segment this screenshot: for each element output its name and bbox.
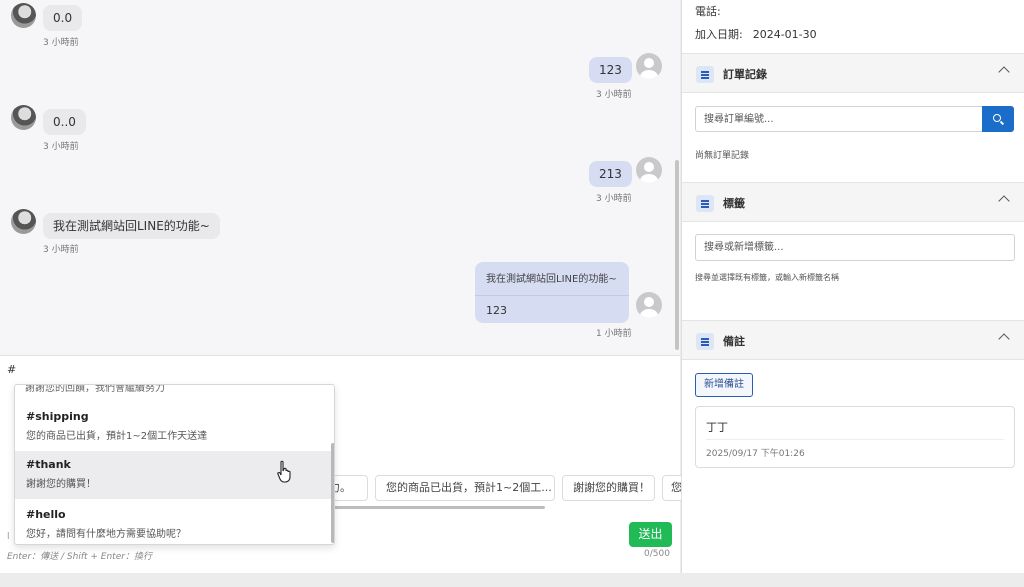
orders-title: 訂單記錄: [723, 68, 767, 81]
list-icon: [696, 333, 714, 350]
tags-title: 標籤: [723, 197, 745, 210]
char-counter: 0/500: [644, 549, 670, 559]
customer-avatar: [11, 209, 36, 234]
suggestion-desc: 您的商品已出貨，預計1~2個工作天送達: [26, 431, 208, 442]
orders-section-header[interactable]: 訂單記錄: [682, 53, 1024, 93]
notes-title: 備註: [723, 335, 745, 348]
message-bubble-outgoing: 213: [589, 161, 632, 187]
suggestion-scrollbar[interactable]: [331, 443, 334, 543]
chevron-up-icon[interactable]: [998, 66, 1010, 78]
customer-info-panel: 電話: 加入日期: 2024-01-30 訂單記錄 搜尋訂單編號... 尚無訂單記…: [681, 0, 1024, 573]
quick-reply-scrollbar[interactable]: [300, 506, 545, 509]
tag-search-input[interactable]: 搜尋或新增標籤...: [695, 234, 1015, 261]
input-marker: l: [7, 532, 10, 542]
quick-reply-chip[interactable]: 謝謝您的購買！: [562, 475, 655, 501]
chevron-up-icon[interactable]: [998, 195, 1010, 207]
chat-history[interactable]: 0.0 3 小時前 123 3 小時前 0..0 3 小時前 213 3 小時前…: [0, 0, 680, 355]
message-bubble-incoming: 0.0: [43, 5, 83, 31]
tags-help-text: 搜尋並選擇既有標籤，或輸入新標籤名稱: [695, 273, 839, 282]
suggestion-desc: 您好，請問有什麼地方需要協助呢？: [26, 529, 186, 540]
suggestion-key: #shipping: [26, 410, 89, 423]
message-time: 3 小時前: [43, 245, 79, 255]
phone-label: 電話:: [695, 5, 721, 18]
quick-reply-chip[interactable]: 您的商品已出貨，預計1~2個工...: [375, 475, 555, 501]
tags-section-header[interactable]: 標籤: [682, 182, 1024, 222]
message-time: 3 小時前: [596, 90, 632, 100]
join-date-label: 加入日期:: [695, 28, 743, 41]
order-search-input[interactable]: 搜尋訂單編號...: [695, 106, 983, 132]
message-text: 我在測試網站回LINE的功能~: [486, 274, 617, 285]
phone-row: 電話:: [695, 3, 731, 19]
user-placeholder-icon: [636, 53, 662, 79]
chat-scrollbar[interactable]: [675, 160, 679, 350]
suggestion-partial: 謝謝您的回饋，我們會繼續努力: [25, 384, 165, 394]
keyboard-hint: Enter：傳送 / Shift + Enter：換行: [7, 552, 152, 562]
note-divider: [706, 439, 1004, 440]
message-text: 123: [486, 304, 507, 317]
customer-avatar: [11, 105, 36, 130]
message-time: 3 小時前: [596, 194, 632, 204]
note-card[interactable]: 丁丁 2025/09/17 下午01:26: [695, 406, 1015, 468]
message-time: 3 小時前: [43, 38, 79, 48]
hand-cursor-icon: [277, 460, 291, 483]
list-icon: [696, 66, 714, 83]
orders-empty-text: 尚無訂單記錄: [695, 151, 750, 161]
message-bubble-incoming: 0..0: [43, 109, 86, 135]
suggestion-key: #hello: [26, 508, 66, 521]
search-icon[interactable]: [982, 106, 1014, 132]
add-note-button[interactable]: 新增備註: [695, 373, 753, 397]
send-button[interactable]: 送出: [629, 522, 672, 547]
join-date-row: 加入日期: 2024-01-30: [695, 26, 817, 42]
user-placeholder-icon: [636, 157, 662, 183]
message-bubble-incoming: 我在測試網站回LINE的功能~: [43, 213, 220, 239]
message-time: 3 小時前: [43, 142, 79, 152]
join-date-value: 2024-01-30: [752, 28, 817, 41]
list-icon: [696, 195, 714, 212]
note-text: 丁丁: [706, 421, 728, 434]
message-bubble-outgoing: 我在測試網站回LINE的功能~ 123: [475, 262, 629, 323]
notes-section-header[interactable]: 備註: [682, 320, 1024, 360]
message-bubble-outgoing: 123: [589, 57, 632, 83]
message-time: 1 小時前: [596, 329, 632, 339]
user-placeholder-icon: [636, 292, 662, 318]
note-date: 2025/09/17 下午01:26: [706, 449, 805, 459]
message-input[interactable]: #: [7, 363, 16, 376]
suggestion-item[interactable]: #shipping 您的商品已出貨，預計1~2個工作天送達: [15, 403, 331, 451]
chevron-up-icon[interactable]: [998, 333, 1010, 345]
message-divider: [475, 295, 629, 296]
customer-avatar: [11, 3, 36, 28]
suggestion-item[interactable]: #hello 您好，請問有什麼地方需要協助呢？: [15, 501, 331, 544]
